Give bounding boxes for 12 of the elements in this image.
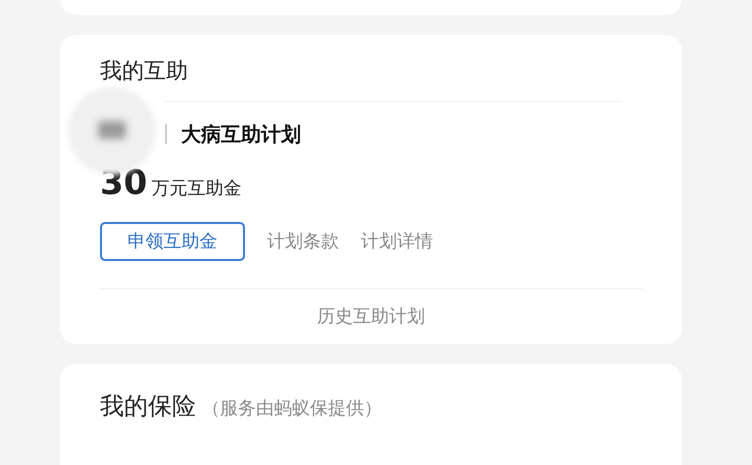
plan-link[interactable]: 计划条款 — [267, 228, 339, 255]
history-link[interactable]: 历史互助计划 — [317, 303, 425, 330]
blurred-name-icon — [98, 121, 126, 139]
section-title: 我的互助 — [100, 59, 188, 85]
plan-name: 大病互助计划 — [181, 122, 301, 146]
section-title: 我的保险 — [100, 391, 196, 422]
plan-link[interactable]: 计划详情 — [361, 228, 433, 255]
claim-button[interactable]: 申领互助金 — [100, 222, 245, 261]
divider-bar-icon — [165, 124, 167, 144]
amount-unit: 万元互助金 — [151, 177, 242, 201]
section-subtitle: （服务由蚂蚁保提供） — [202, 397, 382, 421]
aid-amount: 30 — [100, 164, 148, 202]
